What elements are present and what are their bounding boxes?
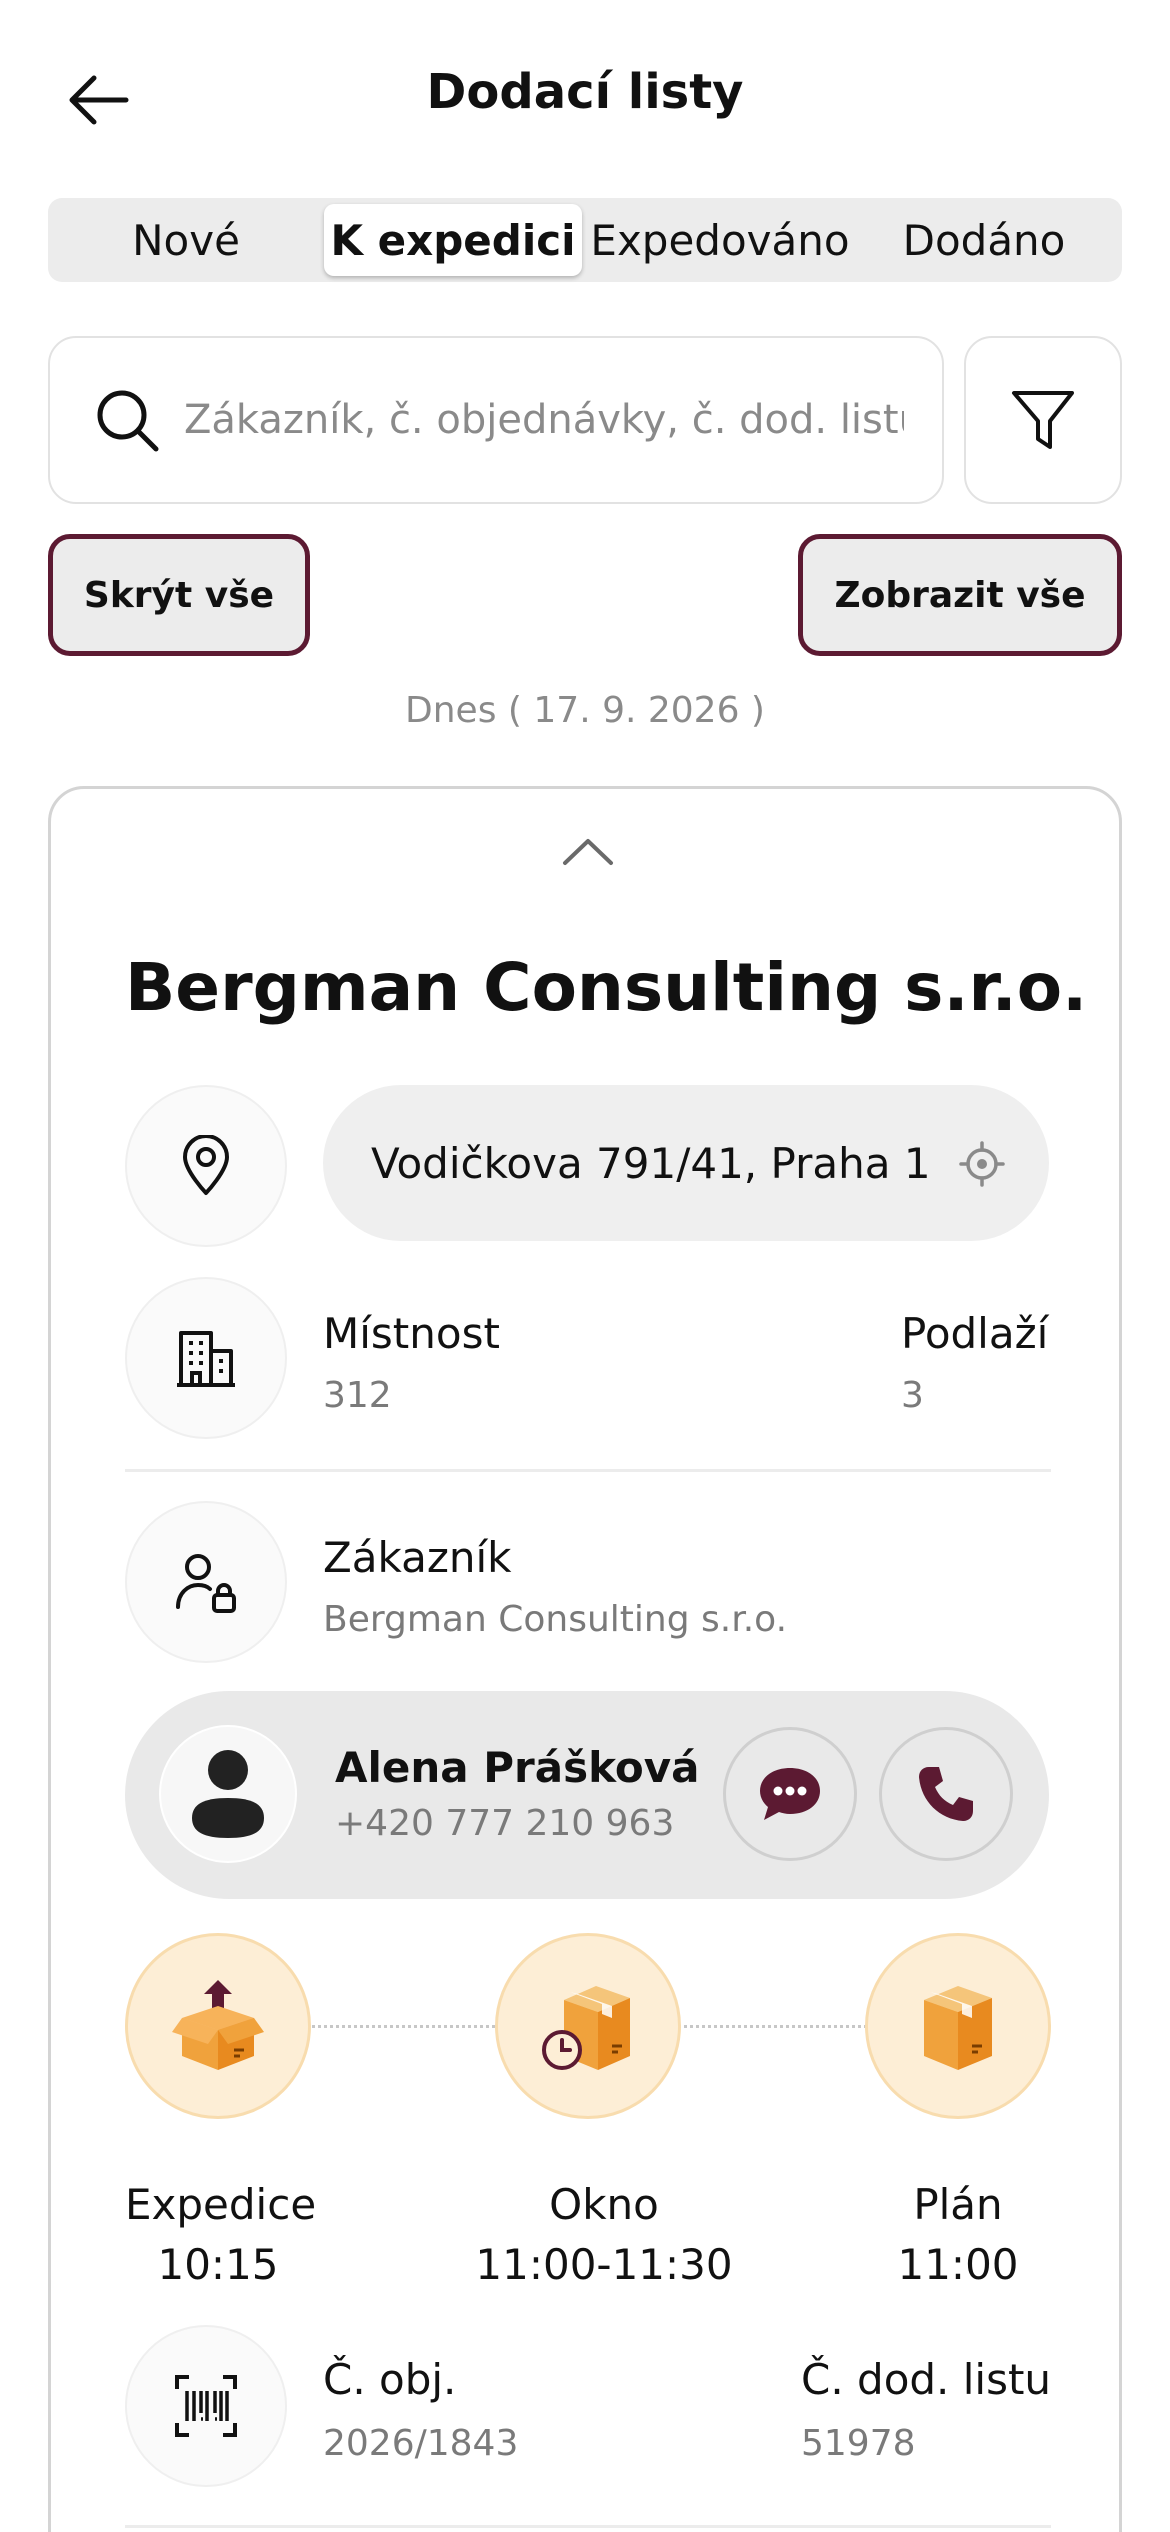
map-pin-icon bbox=[183, 1135, 229, 1195]
date-label: Dnes ( 17. 9. 2026 ) bbox=[405, 690, 765, 731]
contact-phone: +420 777 210 963 bbox=[335, 1803, 675, 1844]
address-text: Vodičkova 791/41, Praha 1 bbox=[371, 1138, 931, 1188]
step-plan-title: Plán bbox=[913, 2180, 1003, 2229]
phone-icon bbox=[919, 1767, 973, 1821]
step-plan-label: Plán 11:00 bbox=[865, 2175, 1051, 2295]
status-tabs: Nové K expedici Expedováno Dodáno bbox=[48, 198, 1122, 282]
show-all-button[interactable]: Zobrazit vše bbox=[798, 534, 1122, 656]
chevron-up-icon bbox=[563, 839, 613, 865]
step-expedice-time: 10:15 bbox=[157, 2240, 279, 2289]
step-expedice bbox=[125, 1933, 311, 2119]
step-okno bbox=[495, 1933, 681, 2119]
step-plan-time: 11:00 bbox=[897, 2240, 1019, 2289]
chat-bubble-icon bbox=[760, 1768, 820, 1820]
delivery-timeline bbox=[125, 1933, 1051, 2123]
tab-nove[interactable]: Nové bbox=[54, 204, 318, 276]
hide-all-button[interactable]: Skrýt vše bbox=[48, 534, 310, 656]
contact-name: Alena Prášková bbox=[335, 1743, 700, 1792]
step-expedice-label: Expedice 10:15 bbox=[125, 2175, 317, 2295]
tab-k-expedici[interactable]: K expedici bbox=[324, 204, 582, 276]
building-icon-circle bbox=[125, 1277, 287, 1439]
floor-label: Podlaží bbox=[901, 1309, 1049, 1358]
floor-value: 3 bbox=[901, 1375, 924, 1416]
company-name: Bergman Consulting s.r.o. bbox=[125, 949, 1088, 1026]
page-title: Dodací listy bbox=[426, 64, 744, 120]
message-button[interactable] bbox=[723, 1727, 857, 1861]
customer-icon-circle bbox=[125, 1501, 287, 1663]
user-lock-icon bbox=[176, 1554, 236, 1613]
building-icon bbox=[177, 1331, 235, 1387]
location-icon-circle bbox=[125, 1085, 287, 1247]
filter-icon bbox=[1012, 391, 1074, 449]
box-dispatch-icon bbox=[172, 1980, 264, 2070]
step-okno-title: Okno bbox=[549, 2180, 659, 2229]
filter-button[interactable] bbox=[964, 336, 1122, 504]
avatar bbox=[159, 1725, 297, 1863]
delivery-card: Bergman Consulting s.r.o. Vodičkova 791/… bbox=[48, 786, 1122, 2532]
address-pill[interactable]: Vodičkova 791/41, Praha 1 bbox=[323, 1085, 1049, 1241]
room-label: Místnost bbox=[323, 1309, 500, 1358]
step-expedice-title: Expedice bbox=[125, 2180, 317, 2229]
locate-icon[interactable] bbox=[959, 1141, 1005, 1187]
divider-bottom bbox=[125, 2525, 1051, 2528]
customer-label: Zákazník bbox=[323, 1533, 512, 1582]
call-button[interactable] bbox=[879, 1727, 1013, 1861]
order-no-label: Č. obj. bbox=[323, 2355, 457, 2404]
header: Dodací listy bbox=[0, 0, 1170, 190]
search-input[interactable] bbox=[184, 397, 904, 443]
collapse-button[interactable] bbox=[558, 829, 618, 873]
tab-expedovano[interactable]: Expedováno bbox=[588, 204, 852, 276]
delivery-no-value: 51978 bbox=[801, 2423, 916, 2464]
contact-bar: Alena Prášková +420 777 210 963 bbox=[125, 1691, 1049, 1899]
tab-dodano[interactable]: Dodáno bbox=[852, 204, 1116, 276]
person-icon bbox=[192, 1750, 264, 1838]
search-icon bbox=[97, 390, 159, 452]
step-okno-label: Okno 11:00-11:30 bbox=[431, 2175, 777, 2295]
step-plan bbox=[865, 1933, 1051, 2119]
customer-value: Bergman Consulting s.r.o. bbox=[323, 1599, 788, 1640]
delivery-no-label: Č. dod. listu bbox=[801, 2355, 1052, 2404]
step-okno-time: 11:00-11:30 bbox=[475, 2240, 733, 2289]
order-no-value: 2026/1843 bbox=[323, 2423, 519, 2464]
barcode-icon-circle bbox=[125, 2325, 287, 2487]
box-icon bbox=[924, 1986, 992, 2070]
divider bbox=[125, 1469, 1051, 1472]
box-clock-icon bbox=[542, 1986, 630, 2070]
search-box bbox=[48, 336, 944, 504]
barcode-scan-icon bbox=[175, 2375, 237, 2437]
room-value: 312 bbox=[323, 1375, 392, 1416]
